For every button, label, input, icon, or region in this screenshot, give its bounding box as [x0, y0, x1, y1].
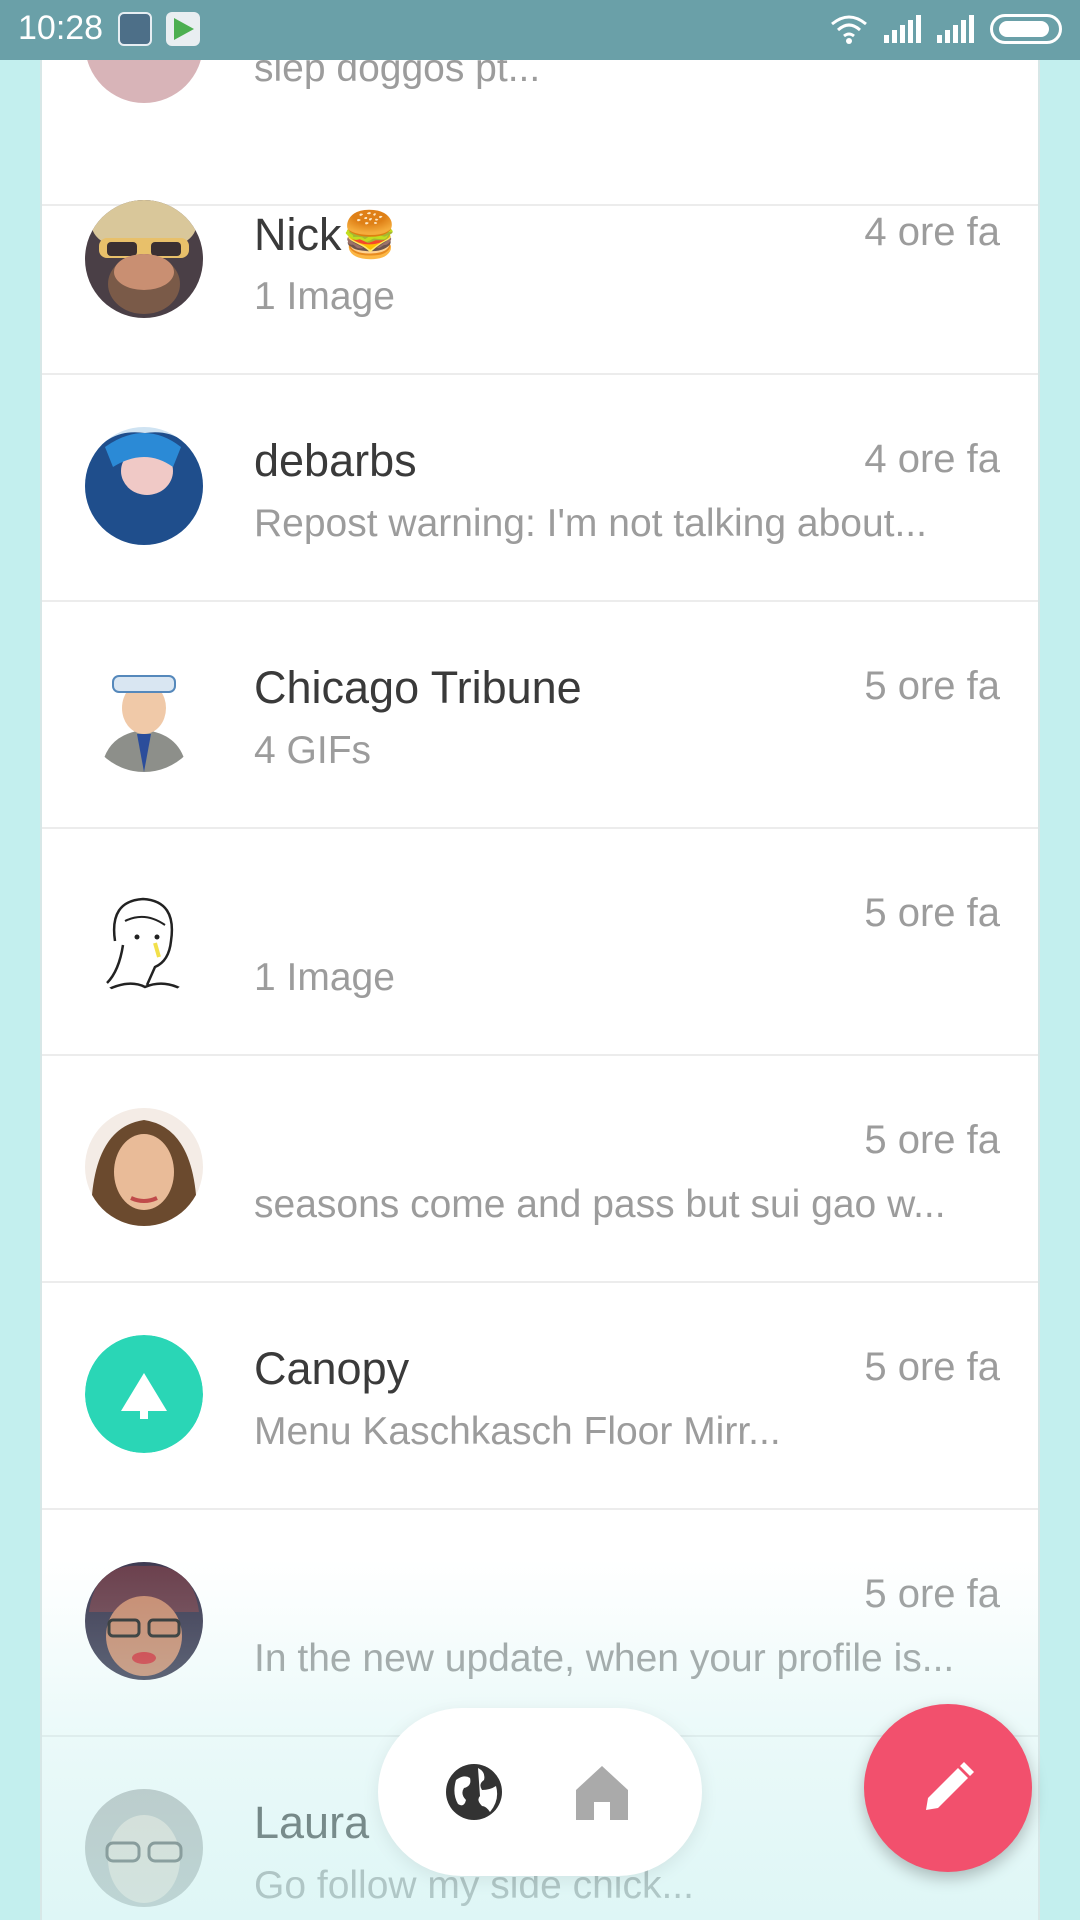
thread-name: debarbs: [254, 435, 417, 486]
avatar: [85, 654, 203, 772]
thread-time: 4 ore fa: [864, 437, 1000, 481]
message-thread-row[interactable]: Canopy 5 ore fa Menu Kaschkasch Floor Mi…: [42, 1283, 1038, 1510]
avatar: [85, 1335, 203, 1453]
status-bar: 10:28: [0, 0, 1080, 60]
battery-icon: [990, 14, 1062, 44]
avatar: [85, 60, 203, 103]
message-thread-row[interactable]: 5 ore fa In the new update, when your pr…: [42, 1510, 1038, 1737]
signal-icon: [937, 15, 974, 43]
signal-icon: [884, 15, 921, 43]
thread-time: 5 ore fa: [864, 1118, 1000, 1162]
avatar: [85, 200, 203, 318]
thread-preview: 1 Image: [254, 956, 395, 999]
message-thread-row[interactable]: Nick🍔 4 ore fa 1 Image: [42, 148, 1038, 375]
thread-time: 5 ore fa: [864, 1572, 1000, 1616]
thread-time: 5 ore fa: [864, 664, 1000, 708]
thread-preview: 1 Image: [254, 275, 395, 318]
bottom-navigation: [378, 1708, 702, 1876]
home-icon[interactable]: [570, 1760, 634, 1824]
thread-name: Canopy: [254, 1343, 410, 1394]
message-list: slep doggos pt... Nick🍔 4 ore fa 1 Image…: [40, 60, 1040, 1920]
status-time: 10:28: [18, 9, 104, 47]
avatar: [85, 881, 203, 999]
thread-preview: Repost warning: I'm not talking about...: [254, 502, 927, 545]
thread-preview: seasons come and pass but sui gao w...: [254, 1183, 946, 1226]
wifi-icon: [830, 14, 868, 44]
thread-preview: 4 GIFs: [254, 729, 372, 772]
thread-preview: slep doggos pt...: [254, 60, 541, 90]
avatar: [85, 1562, 203, 1680]
globe-icon[interactable]: [442, 1760, 506, 1824]
thread-time: 4 ore fa: [864, 210, 1000, 254]
message-thread-row[interactable]: Chicago Tribune 5 ore fa 4 GIFs: [42, 602, 1038, 829]
avatar: [85, 427, 203, 545]
thread-name: Nick🍔: [254, 209, 398, 260]
play-store-icon: [166, 12, 200, 46]
thread-preview: Menu Kaschkasch Floor Mirr...: [254, 1410, 781, 1453]
compose-button[interactable]: [864, 1704, 1032, 1872]
message-thread-row[interactable]: 5 ore fa 1 Image: [42, 829, 1038, 1056]
thread-time: 5 ore fa: [864, 1345, 1000, 1389]
thread-time: 5 ore fa: [864, 891, 1000, 935]
app-icon: [118, 12, 152, 46]
thread-name: Laura: [254, 1797, 370, 1848]
message-thread-row[interactable]: 5 ore fa seasons come and pass but sui g…: [42, 1056, 1038, 1283]
thread-preview: In the new update, when your profile is.…: [254, 1637, 955, 1680]
avatar: [85, 1789, 203, 1907]
avatar: [85, 1108, 203, 1226]
thread-name: Chicago Tribune: [254, 662, 582, 713]
message-thread-row[interactable]: debarbs 4 ore fa Repost warning: I'm not…: [42, 375, 1038, 602]
